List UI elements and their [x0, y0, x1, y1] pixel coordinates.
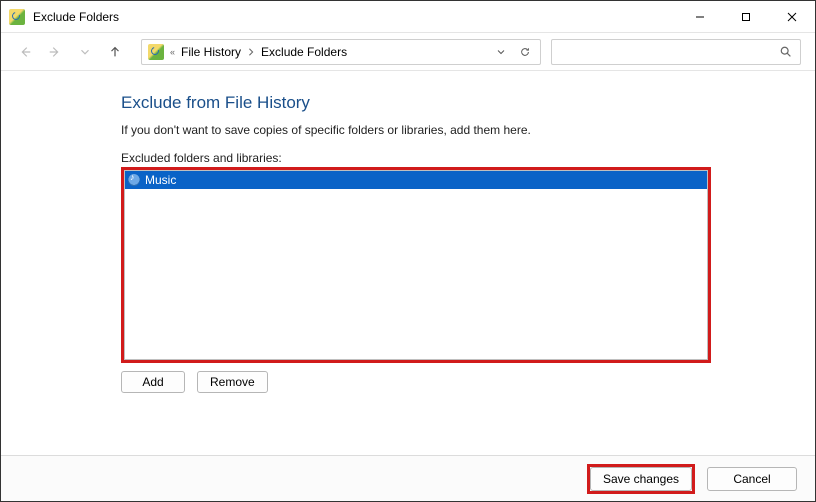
remove-button[interactable]: Remove — [197, 371, 268, 393]
excluded-list[interactable]: Music — [124, 170, 708, 360]
refresh-button[interactable] — [516, 46, 534, 58]
address-bar[interactable]: « File History Exclude Folders — [141, 39, 541, 65]
search-input[interactable] — [551, 39, 801, 65]
nav-recent-dropdown[interactable] — [75, 42, 95, 62]
minimize-icon — [695, 12, 705, 22]
maximize-icon — [741, 12, 751, 22]
address-dropdown[interactable] — [492, 46, 510, 58]
nav-up-button[interactable] — [105, 42, 125, 62]
nav-toolbar: « File History Exclude Folders — [1, 33, 815, 71]
add-button[interactable]: Add — [121, 371, 185, 393]
save-button-highlight: Save changes — [587, 464, 695, 494]
window-title: Exclude Folders — [33, 10, 119, 24]
nav-forward-button[interactable] — [45, 42, 65, 62]
maximize-button[interactable] — [723, 1, 769, 33]
list-item[interactable]: Music — [125, 171, 707, 189]
nav-back-button[interactable] — [15, 42, 35, 62]
save-changes-button[interactable]: Save changes — [590, 467, 692, 491]
chevron-right-icon — [247, 48, 255, 56]
list-label: Excluded folders and libraries: — [121, 151, 711, 165]
arrow-left-icon — [18, 45, 32, 59]
list-item-label: Music — [145, 173, 176, 187]
breadcrumb-item-exclude-folders[interactable]: Exclude Folders — [261, 45, 347, 59]
search-icon — [779, 45, 792, 58]
page-heading: Exclude from File History — [121, 93, 711, 113]
list-button-row: Add Remove — [121, 371, 711, 393]
minimize-button[interactable] — [677, 1, 723, 33]
content-pane: Exclude from File History If you don't w… — [1, 71, 815, 455]
page-subtext: If you don't want to save copies of spec… — [121, 123, 711, 137]
breadcrumb-prefix: « — [170, 47, 175, 57]
arrow-up-icon — [108, 45, 122, 59]
refresh-icon — [519, 46, 531, 58]
chevron-down-icon — [495, 46, 507, 58]
dialog-footer: Save changes Cancel — [1, 455, 815, 501]
music-library-icon — [127, 173, 141, 187]
titlebar: Exclude Folders — [1, 1, 815, 33]
app-icon — [9, 9, 25, 25]
location-icon — [148, 44, 164, 60]
breadcrumb-item-file-history[interactable]: File History — [181, 45, 241, 59]
close-button[interactable] — [769, 1, 815, 33]
close-icon — [787, 12, 797, 22]
arrow-right-icon — [48, 45, 62, 59]
excluded-list-highlight: Music — [121, 167, 711, 363]
cancel-button[interactable]: Cancel — [707, 467, 797, 491]
chevron-down-icon — [78, 45, 92, 59]
